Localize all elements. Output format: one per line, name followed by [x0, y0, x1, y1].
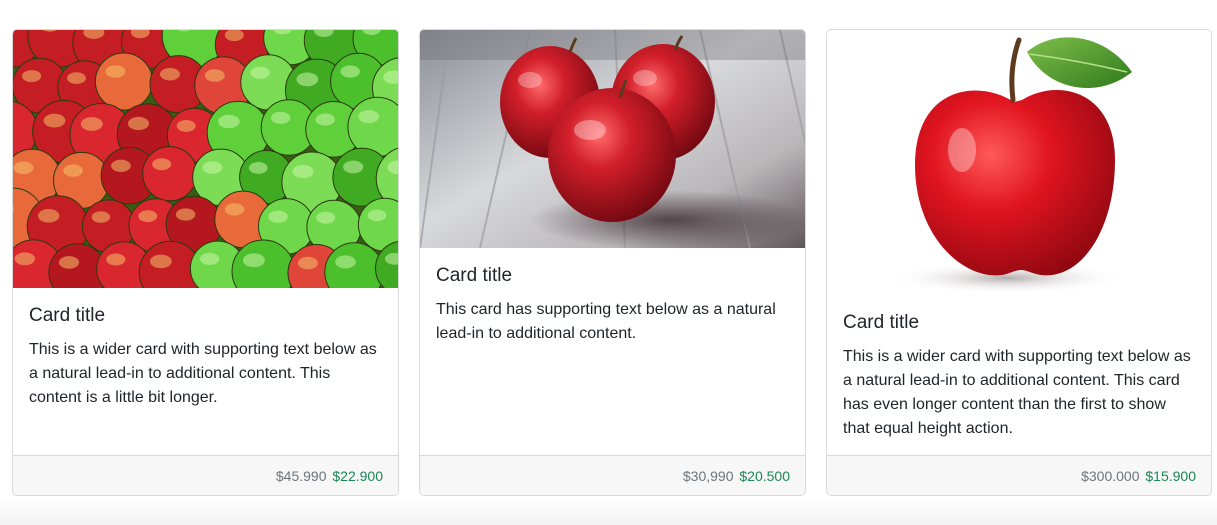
apple-highlight — [316, 211, 336, 224]
apple-highlight — [14, 252, 35, 266]
card-text: This is a wider card with supporting tex… — [843, 348, 1191, 437]
apple-highlight — [270, 111, 291, 124]
apple-highlight — [242, 253, 265, 268]
card-text: This card has supporting text below as a… — [436, 301, 776, 342]
apple-highlight — [292, 164, 314, 179]
new-price: $22.900 — [332, 468, 383, 484]
card-footer: $300.000 $15.900 — [827, 455, 1211, 495]
old-price: $30,990 — [682, 468, 734, 484]
apple-highlight — [160, 67, 180, 81]
apple-highlight — [43, 113, 66, 128]
apple-shape — [142, 146, 198, 202]
apple-highlight — [268, 210, 288, 223]
card-image-single-apple — [827, 30, 1211, 295]
apple-highlight — [150, 254, 172, 269]
apple-highlight — [138, 210, 158, 223]
apple-highlight — [202, 161, 223, 174]
apple-highlight — [38, 209, 60, 223]
page-bottom-shadow — [0, 497, 1217, 525]
apple-highlight — [63, 164, 83, 177]
apple-highlight — [91, 211, 111, 223]
apple-highlight — [224, 203, 245, 216]
card-footer: $45.990 $22.900 — [13, 455, 398, 495]
apple-highlight — [105, 65, 126, 78]
product-card-1: Card title This is a wider card with sup… — [12, 29, 399, 496]
apple-highlight — [343, 160, 364, 174]
card-body: Card title This is a wider card with sup… — [29, 304, 382, 410]
new-price: $20.500 — [739, 468, 790, 484]
apple-shape — [94, 52, 153, 111]
card-footer: $30,990 $20.500 — [420, 455, 805, 495]
card-body: Card title This card has supporting text… — [436, 264, 789, 346]
apple-highlight — [176, 120, 196, 132]
new-price: $15.900 — [1145, 468, 1196, 484]
single-apple-illustration — [827, 30, 1211, 295]
product-card-2: Card title This card has supporting text… — [419, 29, 806, 496]
apple-highlight — [111, 159, 131, 172]
card-title: Card title — [843, 312, 920, 333]
card-title: Card title — [436, 265, 513, 286]
apple-highlight — [250, 66, 270, 79]
apple-highlight — [67, 72, 86, 84]
apple-highlight — [152, 158, 172, 171]
apple-pile-illustration — [13, 30, 398, 288]
apple-highlight — [204, 69, 225, 82]
card-body: Card title This is a wider card with sup… — [843, 311, 1195, 441]
apple-highlight — [13, 161, 34, 175]
apple-highlight — [296, 72, 319, 87]
apple-highlight — [335, 255, 356, 269]
apple-highlight — [106, 253, 126, 266]
apple-highlight — [58, 256, 80, 269]
apple-highlight — [248, 162, 268, 174]
apple-highlight — [127, 116, 150, 131]
apple-highlight — [218, 114, 240, 129]
old-price: $300.000 — [1081, 468, 1140, 484]
apple-highlight — [22, 70, 42, 83]
card-text: This is a wider card with supporting tex… — [29, 341, 377, 406]
apple-highlight — [315, 113, 335, 126]
product-card-3: Card title This is a wider card with sup… — [826, 29, 1212, 496]
old-price: $45.990 — [275, 468, 327, 484]
card-image-apple-pile — [13, 30, 398, 288]
card-image-apples-on-table — [420, 30, 805, 248]
apple-highlight — [367, 209, 387, 222]
apple-highlight — [340, 65, 361, 78]
apple-highlight — [297, 256, 318, 270]
apples-on-table-illustration — [420, 30, 805, 248]
apple-highlight — [200, 252, 220, 265]
apple-highlight — [80, 117, 103, 131]
apple-highlight — [175, 208, 196, 221]
card-title: Card title — [29, 305, 106, 326]
apple-highlight — [358, 110, 380, 124]
